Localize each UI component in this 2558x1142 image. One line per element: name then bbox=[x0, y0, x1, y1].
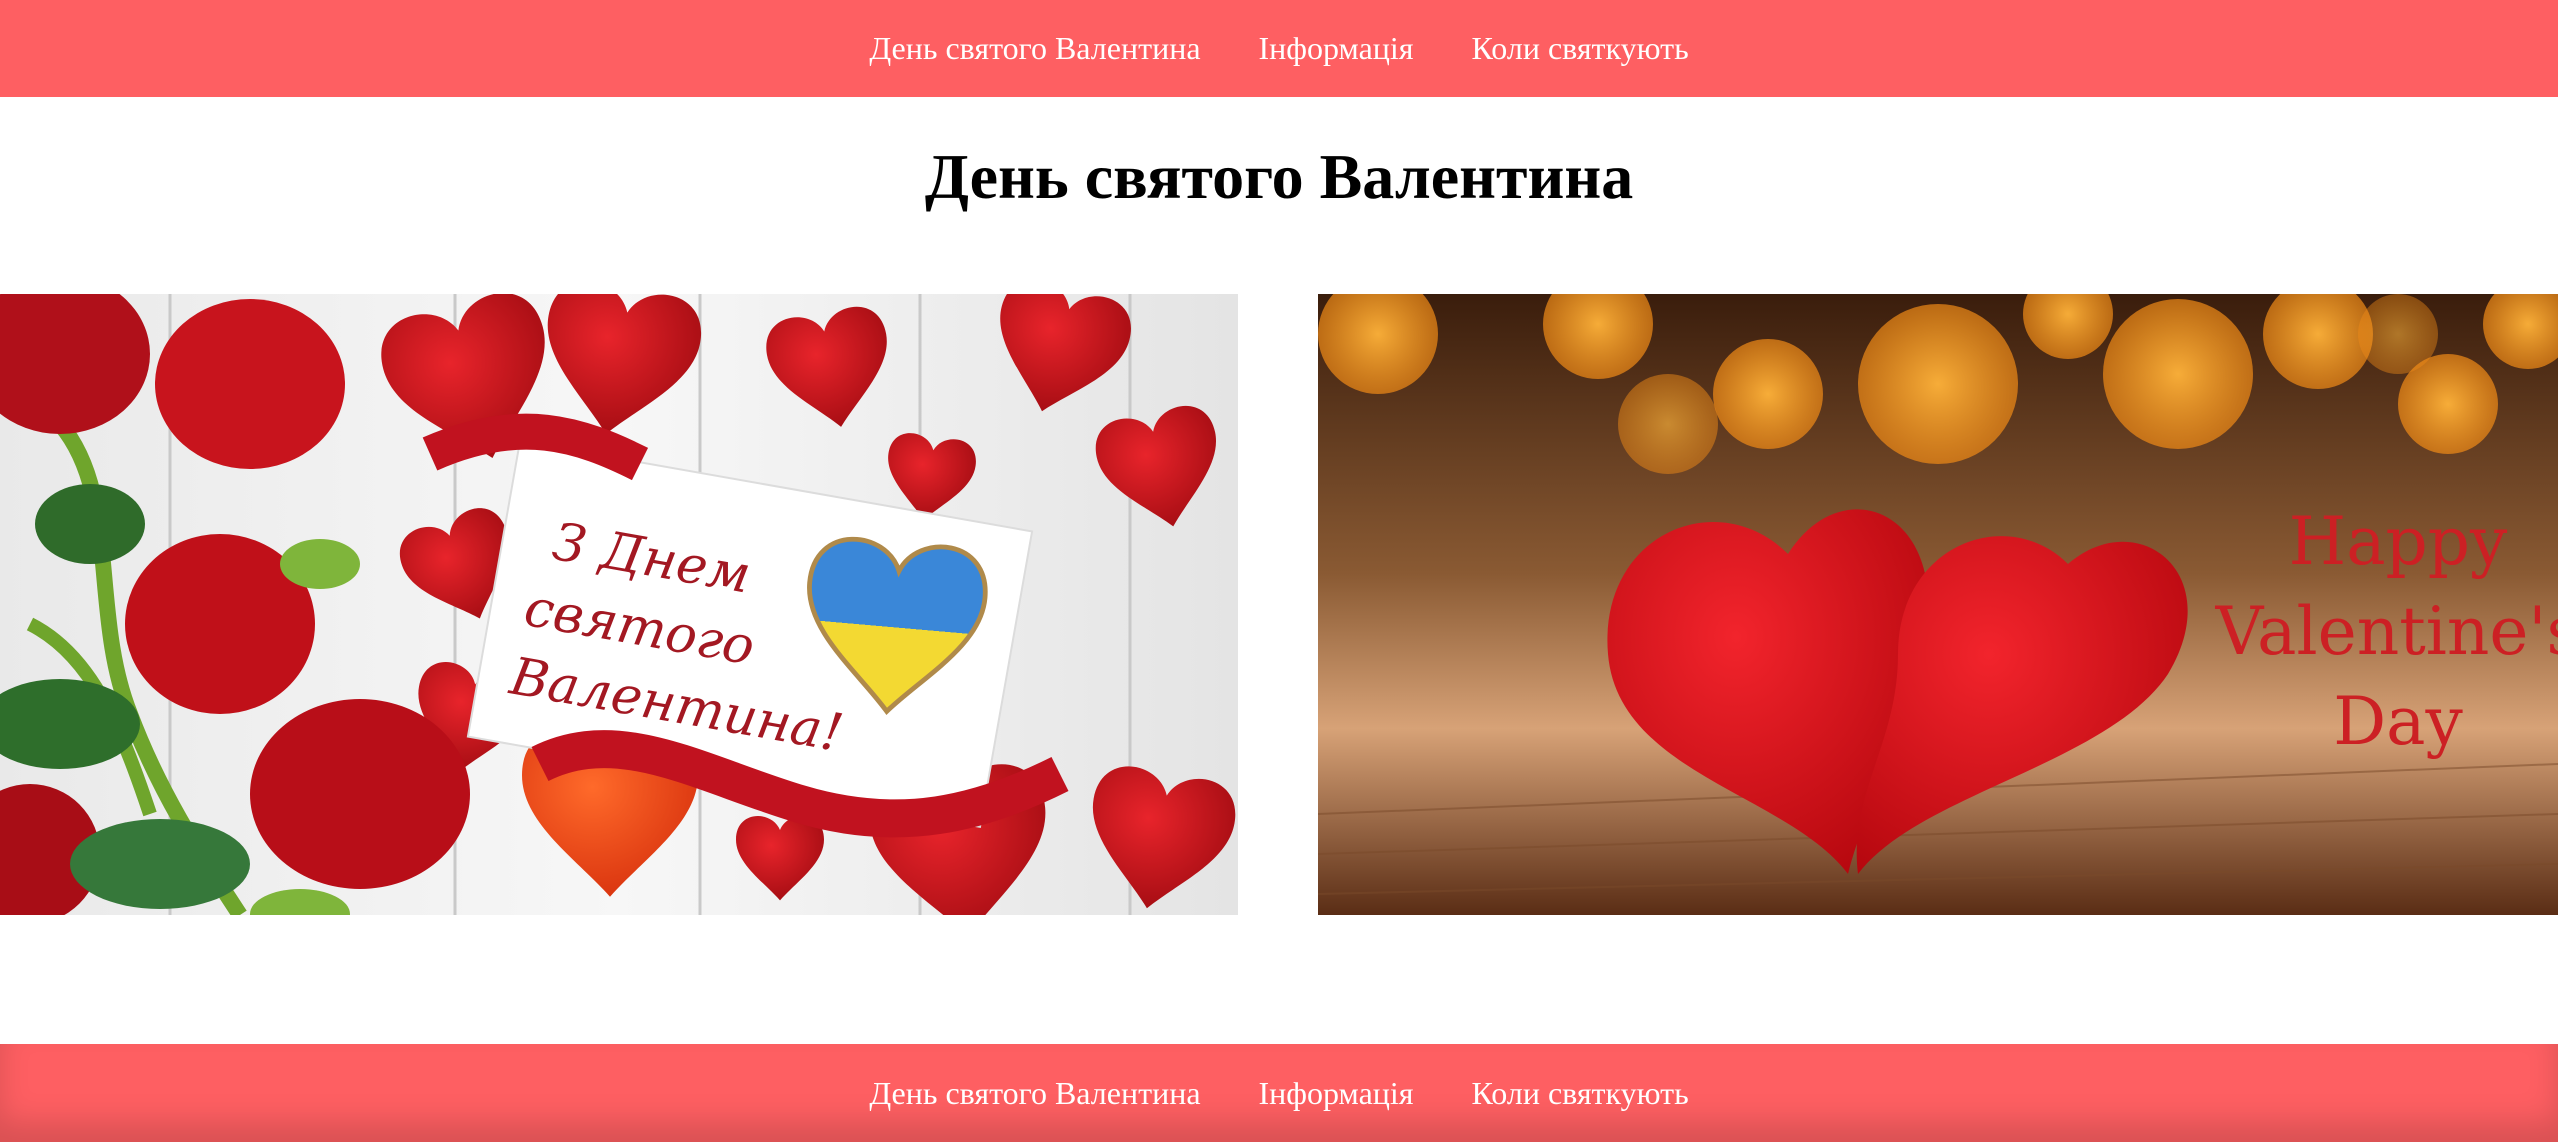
footer-link-information[interactable]: Інформація bbox=[1259, 1075, 1414, 1112]
valentines-text: Valentine's bbox=[2215, 593, 2558, 670]
footer-link-when-celebrated[interactable]: Коли святкують bbox=[1472, 1075, 1689, 1112]
footer-link-valentines-day[interactable]: День святого Валентина bbox=[869, 1075, 1200, 1112]
happy-valentines-image: Happy Valentine's Day bbox=[1318, 294, 2558, 915]
bottom-navbar: День святого Валентина Інформація Коли с… bbox=[0, 1044, 2558, 1142]
page-title: День святого Валентина bbox=[924, 141, 1634, 212]
page: День святого Валентина Інформація Коли с… bbox=[0, 0, 2558, 1142]
valentine-card-image: З Днем святого Валентина! bbox=[0, 294, 1238, 915]
day-text: Day bbox=[2333, 683, 2463, 760]
nav-link-when-celebrated[interactable]: Коли святкують bbox=[1472, 30, 1689, 67]
happy-text: Happy bbox=[2289, 503, 2508, 580]
nav-link-valentines-day[interactable]: День святого Валентина bbox=[869, 30, 1200, 67]
top-navbar: День святого Валентина Інформація Коли с… bbox=[0, 0, 2558, 97]
nav-link-information[interactable]: Інформація bbox=[1259, 30, 1414, 67]
